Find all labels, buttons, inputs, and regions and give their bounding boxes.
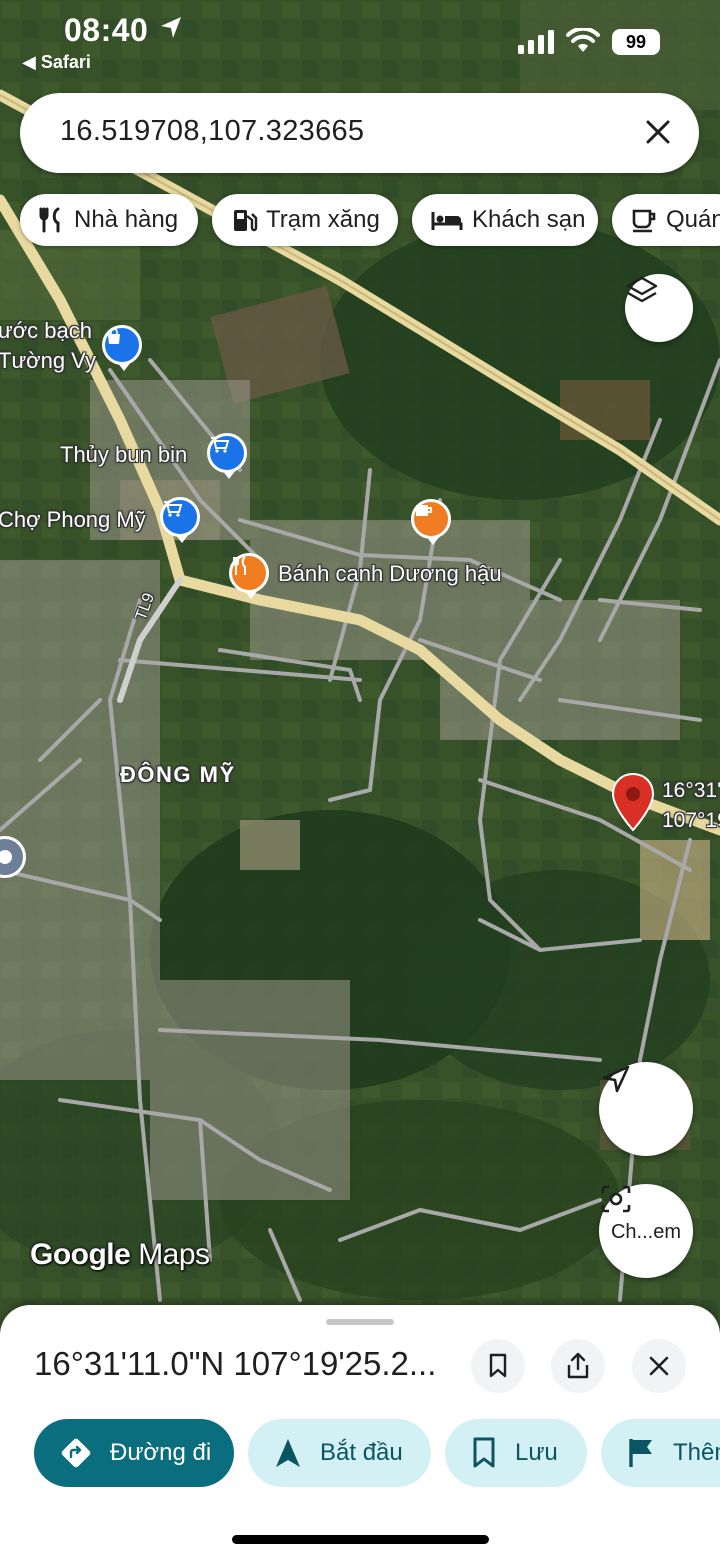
place-bottom-sheet[interactable]: 16°31'11.0"N 107°19'25.2... Đường đi Bắt… <box>0 1305 720 1557</box>
location-dot-core <box>0 850 12 864</box>
layers-icon <box>626 276 658 303</box>
maps-logo-text: Maps <box>138 1238 210 1271</box>
cafe-icon <box>632 209 656 233</box>
google-maps-logo: Google Maps <box>30 1238 210 1272</box>
battery-indicator: 99 <box>612 29 660 55</box>
search-bar[interactable]: 16.519708,107.323665 <box>20 93 699 173</box>
cafe-pin[interactable] <box>411 499 451 545</box>
location-services-icon <box>161 17 181 38</box>
share-icon <box>567 1352 589 1379</box>
chip-gas-stations[interactable]: Trạm xăng <box>212 194 398 246</box>
save-button[interactable] <box>471 1339 525 1393</box>
map-place-label: Bánh canh Dương hậu <box>278 561 502 586</box>
dropped-pin-icon[interactable] <box>610 772 656 834</box>
start-label: Bắt đầu <box>320 1439 403 1466</box>
sheet-drag-handle[interactable] <box>326 1319 394 1325</box>
add-label-button[interactable]: Thêm <box>601 1419 720 1487</box>
flag-icon <box>629 1439 652 1467</box>
map-place-label: Tường Vy <box>0 348 97 373</box>
pin-coord-label: 107°19 <box>662 809 720 832</box>
live-view-label: Ch...em <box>610 1220 682 1243</box>
chip-label: Nhà hàng <box>74 206 179 233</box>
chip-cafes[interactable]: Quán <box>612 194 720 246</box>
close-icon <box>649 1356 669 1376</box>
restaurant-pin[interactable] <box>229 553 269 599</box>
cellular-signal-icon <box>518 30 554 54</box>
share-button[interactable] <box>551 1339 605 1393</box>
map-place-label: Thủy bun bin <box>60 442 188 467</box>
home-indicator[interactable] <box>232 1535 489 1544</box>
save-label: Lưu <box>515 1439 558 1466</box>
cafe-icon <box>416 505 432 516</box>
camera-scan-icon <box>601 1185 631 1213</box>
chip-hotels[interactable]: Khách sạn <box>412 194 598 246</box>
restaurant-icon <box>39 207 60 233</box>
shopping-bag-pin[interactable] <box>102 325 142 371</box>
close-icon[interactable] <box>643 117 673 147</box>
navigation-arrow-icon <box>602 1065 630 1093</box>
search-input[interactable]: 16.519708,107.323665 <box>60 115 364 148</box>
restaurant-icon <box>233 556 246 575</box>
chip-label: Trạm xăng <box>266 206 380 233</box>
map-place-label: ước bạch <box>0 318 92 343</box>
area-label: ĐÔNG MỸ <box>120 762 236 787</box>
live-view-button[interactable]: Ch...em <box>599 1184 693 1278</box>
status-time: 08:40 <box>64 12 149 48</box>
wifi-icon <box>566 28 600 52</box>
map-place-label: Chợ Phong Mỹ <box>0 507 146 532</box>
place-title: 16°31'11.0"N 107°19'25.2... <box>34 1345 437 1382</box>
directions-button[interactable]: Đường đi <box>34 1419 234 1487</box>
google-logo-text: Google <box>30 1238 131 1271</box>
back-to-safari[interactable]: ◀ Safari <box>22 52 91 73</box>
shopping-bag-icon <box>108 328 120 344</box>
my-location-button[interactable] <box>599 1062 693 1156</box>
directions-icon <box>61 1438 91 1468</box>
cart-icon <box>211 437 230 453</box>
close-sheet-button[interactable] <box>632 1339 686 1393</box>
bookmark-icon <box>473 1437 495 1468</box>
layers-button[interactable] <box>625 274 693 342</box>
more-label: Thêm <box>673 1439 720 1466</box>
start-button[interactable]: Bắt đầu <box>248 1419 431 1487</box>
navigation-arrow-icon <box>276 1439 300 1467</box>
cart-icon <box>164 501 183 517</box>
shop-pin[interactable] <box>160 497 200 543</box>
save-action-button[interactable]: Lưu <box>445 1419 587 1487</box>
gas-station-icon <box>234 210 258 232</box>
bookmark-icon <box>489 1353 507 1378</box>
shop-pin[interactable] <box>207 433 247 479</box>
status-bar: 08:40 ◀ Safari 99 <box>0 0 720 80</box>
pin-coord-label: 16°31'1 <box>662 779 720 802</box>
hotel-icon <box>431 212 463 230</box>
chip-restaurants[interactable]: Nhà hàng <box>20 194 198 246</box>
chip-label: Khách sạn <box>472 206 586 233</box>
directions-label: Đường đi <box>110 1439 212 1466</box>
chip-label: Quán <box>666 206 720 233</box>
